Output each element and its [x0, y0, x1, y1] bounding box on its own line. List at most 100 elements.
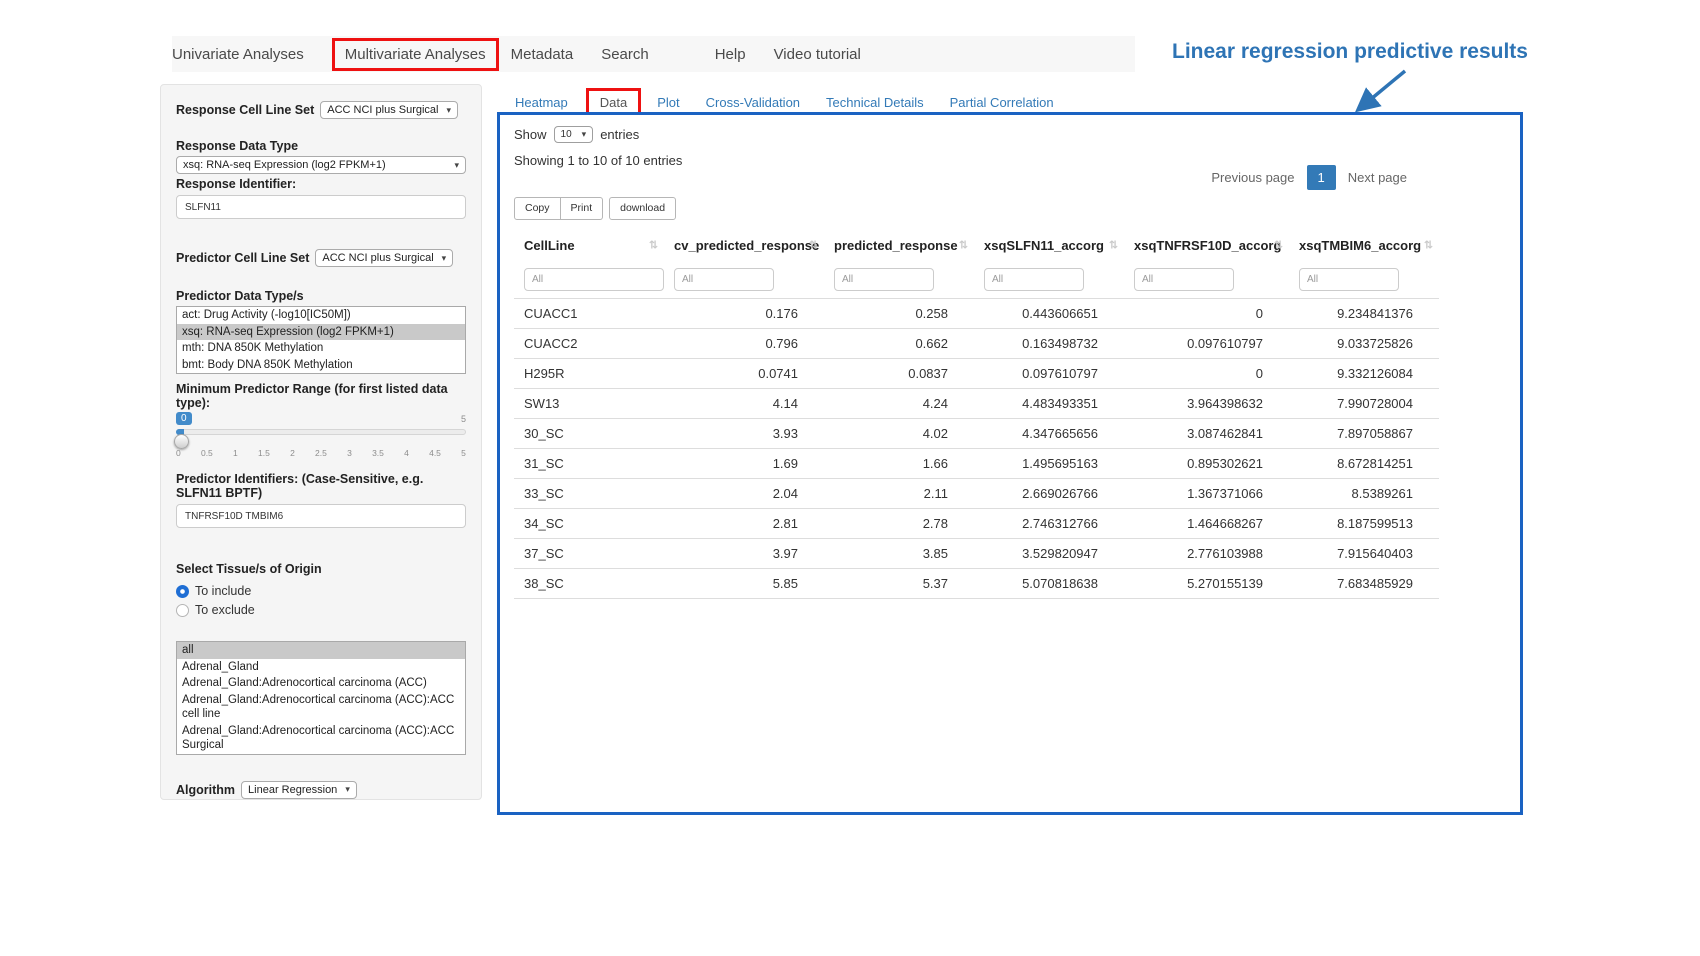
predictor-cell-line-set-select[interactable]: ACC NCI plus Surgical ▾ — [315, 249, 453, 267]
filter-input-predicted-response[interactable] — [834, 268, 934, 291]
value-cell: 0.662 — [824, 328, 974, 358]
predictor-identifiers-input[interactable] — [176, 504, 466, 528]
cellline-cell: CUACC2 — [514, 328, 664, 358]
sort-icon[interactable]: ⇅ — [649, 239, 658, 252]
column-label: xsqTNFRSF10D_accorg — [1134, 238, 1281, 253]
value-cell: 0.176 — [664, 298, 824, 328]
sort-icon[interactable]: ⇅ — [1109, 239, 1118, 252]
nav-item-metadata[interactable]: Metadata — [511, 44, 574, 65]
slider-value-badge: 0 — [176, 412, 192, 425]
response-data-type-select[interactable]: xsq: RNA-seq Expression (log2 FPKM+1) ▾ — [176, 156, 466, 174]
predictor-data-type-option[interactable]: bmt: Body DNA 850K Methylation — [177, 357, 465, 374]
value-cell: 4.24 — [824, 388, 974, 418]
slider-handle[interactable] — [174, 434, 189, 449]
sort-icon[interactable]: ⇅ — [959, 239, 968, 252]
radio-to-exclude[interactable]: To exclude — [176, 603, 466, 617]
cellline-cell: 30_SC — [514, 418, 664, 448]
value-cell: 5.37 — [824, 568, 974, 598]
tissue-option[interactable]: Adrenal_Gland — [177, 659, 465, 676]
download-button[interactable]: download — [609, 197, 676, 220]
sort-icon[interactable]: ⇅ — [1274, 239, 1283, 252]
value-cell: 2.746312766 — [974, 508, 1124, 538]
sort-icon[interactable]: ⇅ — [809, 239, 818, 252]
navbar: Univariate Analyses Multivariate Analyses… — [172, 36, 1135, 72]
response-identifier-input[interactable] — [176, 195, 466, 219]
column-header-xsqtmbim6-accorg[interactable]: xsqTMBIM6_accorg⇅ — [1289, 230, 1439, 261]
predictor-data-type-option[interactable]: mth: DNA 850K Methylation — [177, 340, 465, 357]
entries-count-select[interactable]: 10 ▾ — [554, 126, 594, 143]
filter-input-cv-predicted-response[interactable] — [674, 268, 774, 291]
column-header-cv-predicted-response[interactable]: cv_predicted_response⇅ — [664, 230, 824, 261]
algorithm-select[interactable]: Linear Regression ▾ — [241, 781, 357, 799]
value-cell: 2.78 — [824, 508, 974, 538]
value-cell: 0 — [1124, 298, 1289, 328]
slider-tick-label: 2.5 — [315, 448, 327, 458]
filter-input-cellline[interactable] — [524, 268, 664, 291]
current-page-button[interactable]: 1 — [1307, 165, 1336, 190]
value-cell: 1.464668267 — [1124, 508, 1289, 538]
selected-value: 10 — [561, 129, 572, 140]
cellline-cell: 34_SC — [514, 508, 664, 538]
table-body: CUACC10.1760.2580.44360665109.234841376C… — [514, 298, 1439, 598]
filter-input-xsqtnfrsf10d-accorg[interactable] — [1134, 268, 1234, 291]
previous-page-button[interactable]: Previous page — [1202, 165, 1303, 190]
predictor-data-type-option[interactable]: xsq: RNA-seq Expression (log2 FPKM+1) — [177, 324, 465, 341]
selected-value: ACC NCI plus Surgical — [327, 104, 438, 116]
value-cell: 0.163498732 — [974, 328, 1124, 358]
nav-item-help[interactable]: Help — [715, 44, 746, 65]
min-predictor-range-slider[interactable]: 0 5 00.511.522.533.544.55 — [176, 412, 466, 462]
slider-tick-label: 1 — [233, 448, 238, 458]
value-cell: 4.483493351 — [974, 388, 1124, 418]
tissue-option[interactable]: Adrenal_Gland:Adrenocortical carcinoma (… — [177, 723, 465, 754]
column-header-cellline[interactable]: CellLine⇅ — [514, 230, 664, 261]
show-entries-control: Show 10 ▾ entries — [514, 123, 1506, 145]
column-header-xsqslfn11-accorg[interactable]: xsqSLFN11_accorg⇅ — [974, 230, 1124, 261]
slider-tick-label: 2 — [290, 448, 295, 458]
show-label: Show — [514, 127, 547, 142]
table-row: CUACC10.1760.2580.44360665109.234841376 — [514, 298, 1439, 328]
table-row: 37_SC3.973.853.5298209472.7761039887.915… — [514, 538, 1439, 568]
filter-input-xsqtmbim6-accorg[interactable] — [1299, 268, 1399, 291]
cellline-cell: 38_SC — [514, 568, 664, 598]
tab-plot[interactable]: Plot — [657, 95, 679, 110]
tissue-listbox[interactable]: allAdrenal_GlandAdrenal_Gland:Adrenocort… — [176, 641, 466, 755]
value-cell: 3.85 — [824, 538, 974, 568]
print-button[interactable]: Print — [561, 197, 604, 220]
value-cell: 3.087462841 — [1124, 418, 1289, 448]
filter-cell — [514, 261, 664, 299]
response-cell-line-set-select[interactable]: ACC NCI plus Surgical ▾ — [320, 101, 458, 119]
radio-selected-icon — [176, 585, 189, 598]
sort-icon[interactable]: ⇅ — [1424, 239, 1433, 252]
selected-value: ACC NCI plus Surgical — [322, 252, 433, 264]
cellline-cell: SW13 — [514, 388, 664, 418]
tissue-option[interactable]: Adrenal_Gland:Adrenocortical carcinoma (… — [177, 692, 465, 723]
slider-tick-label: 5 — [461, 448, 466, 458]
column-header-xsqtnfrsf10d-accorg[interactable]: xsqTNFRSF10D_accorg⇅ — [1124, 230, 1289, 261]
slider-track[interactable] — [176, 429, 466, 435]
nav-item-multivariate-analyses[interactable]: Multivariate Analyses — [332, 38, 499, 71]
tab-partial-correlation[interactable]: Partial Correlation — [950, 95, 1054, 110]
nav-item-video-tutorial[interactable]: Video tutorial — [774, 44, 861, 65]
predictor-data-type-label: Predictor Data Type/s — [176, 289, 466, 303]
radio-to-include[interactable]: To include — [176, 584, 466, 598]
copy-button[interactable]: Copy — [514, 197, 561, 220]
tissue-option[interactable]: all — [177, 642, 465, 659]
nav-item-search[interactable]: Search — [601, 44, 649, 65]
tissue-option[interactable]: Adrenal_Gland:Adrenocortical carcinoma (… — [177, 675, 465, 692]
value-cell: 4.14 — [664, 388, 824, 418]
value-cell: 5.85 — [664, 568, 824, 598]
column-header-predicted-response[interactable]: predicted_response⇅ — [824, 230, 974, 261]
predictor-data-type-listbox[interactable]: act: Drug Activity (-log10[IC50M])xsq: R… — [176, 306, 466, 374]
tab-heatmap[interactable]: Heatmap — [515, 95, 568, 110]
annotation-title: Linear regression predictive results — [1172, 40, 1528, 64]
radio-label: To exclude — [195, 603, 255, 617]
filter-input-xsqslfn11-accorg[interactable] — [984, 268, 1084, 291]
slider-grid: 00.511.522.533.544.55 — [176, 448, 466, 458]
slider-tick-label: 1.5 — [258, 448, 270, 458]
next-page-button[interactable]: Next page — [1339, 165, 1416, 190]
tab-cross-validation[interactable]: Cross-Validation — [706, 95, 800, 110]
predictor-data-type-option[interactable]: act: Drug Activity (-log10[IC50M]) — [177, 307, 465, 324]
tab-technical-details[interactable]: Technical Details — [826, 95, 924, 110]
predictor-cell-line-set-label: Predictor Cell Line Set — [176, 251, 309, 265]
nav-item-univariate-analyses[interactable]: Univariate Analyses — [172, 44, 304, 65]
